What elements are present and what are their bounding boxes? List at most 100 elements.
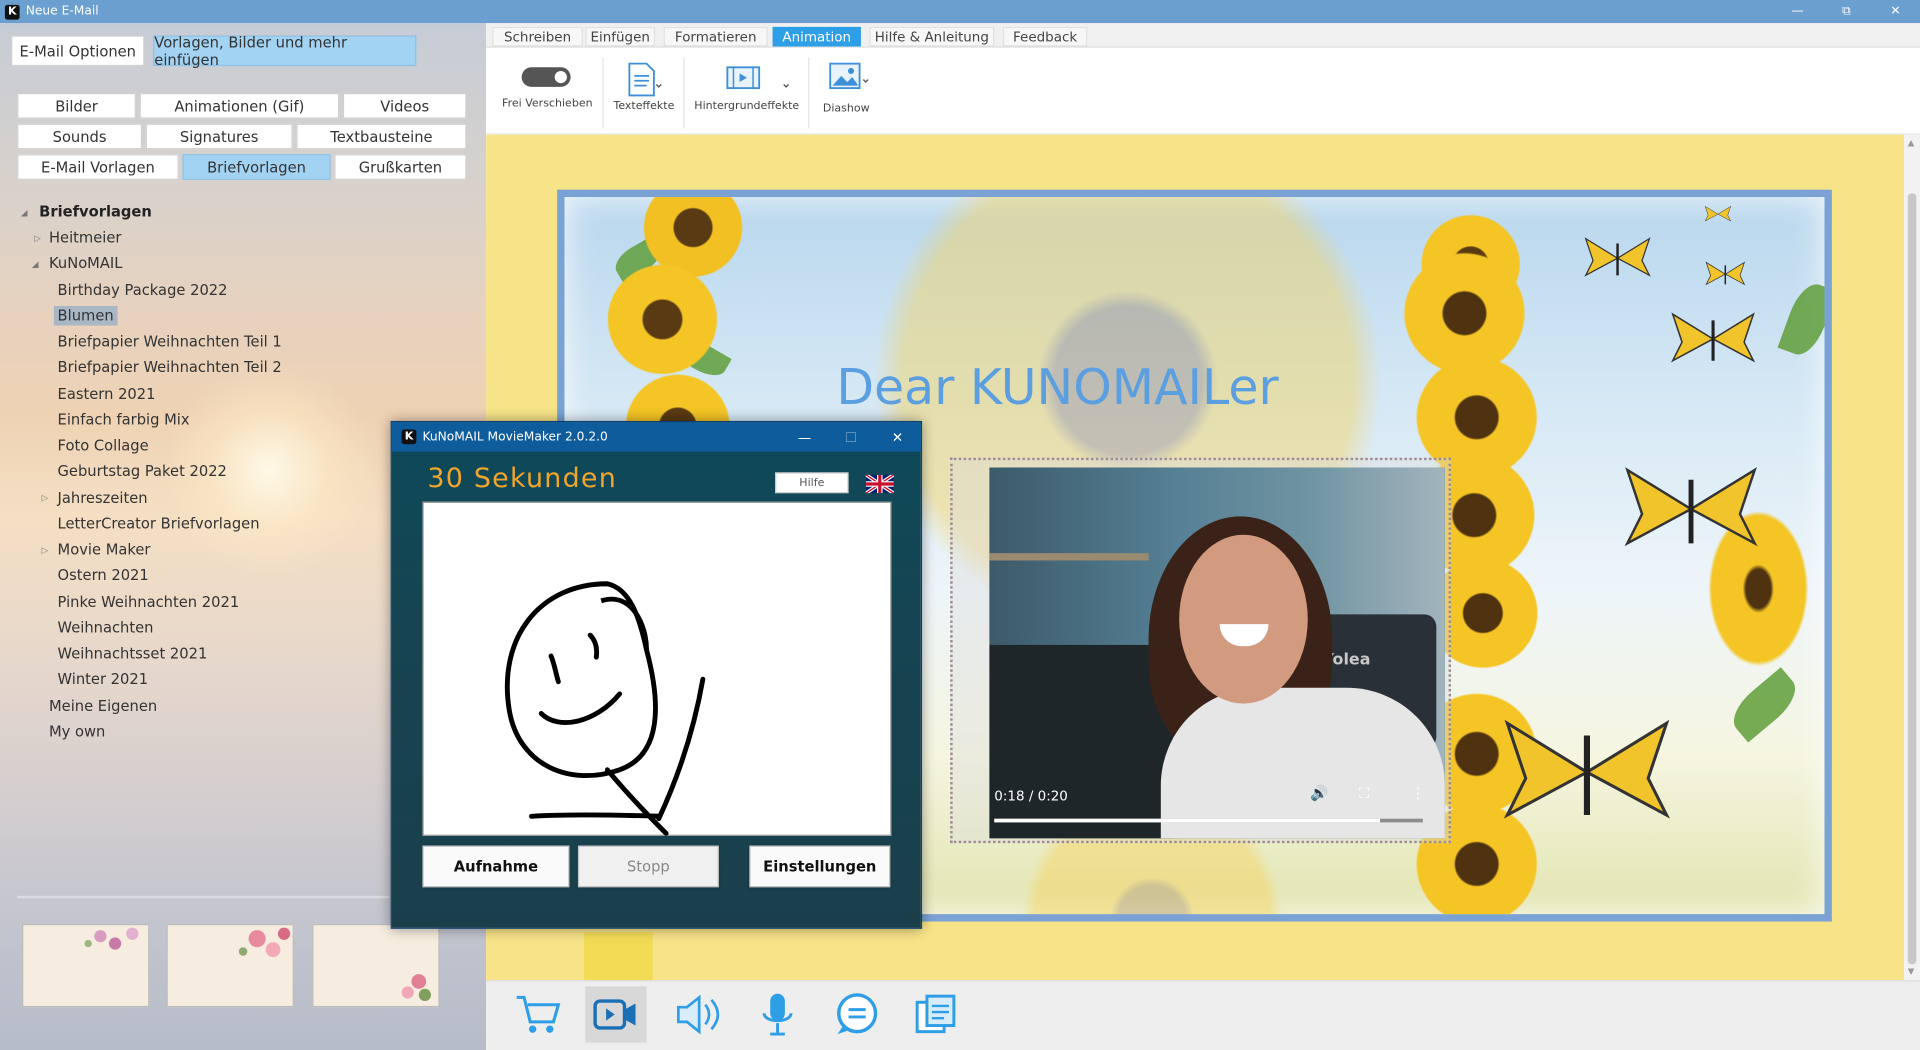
slideshow-image-icon (829, 62, 869, 90)
tree-item-geburtstag-paket-2022[interactable]: Geburtstag Paket 2022 (58, 461, 227, 481)
tree-item-briefvorlagen[interactable]: Briefvorlagen (39, 202, 152, 222)
tab-einfuegen[interactable]: Einfügen (585, 26, 656, 47)
moviemaker-dialog: K KuNoMAIL MovieMaker 2.0.2.0 — ☐ ✕ 30 S… (390, 420, 923, 929)
category-email-vorlagen[interactable]: E-Mail Vorlagen (17, 154, 179, 180)
more-options-icon[interactable]: ⋮ (1411, 784, 1426, 801)
record-button[interactable]: Aufnahme (422, 845, 570, 888)
scrollbar-thumb[interactable] (1907, 193, 1917, 965)
video-time: 0:18 / 0:20 (994, 788, 1068, 805)
drawing-canvas[interactable] (422, 501, 892, 836)
template-thumbnail[interactable] (312, 923, 440, 1008)
category-animationen[interactable]: Animationen (Gif) (139, 93, 340, 119)
text-effects-button[interactable]: Texteffekte (604, 48, 682, 135)
microphone-button[interactable] (747, 986, 808, 1042)
tree-item-weihnachtsset-2021[interactable]: Weihnachtsset 2021 (58, 644, 208, 664)
tree-item-einfach-farbig-mix[interactable]: Einfach farbig Mix (58, 410, 190, 430)
scroll-up-icon[interactable]: ▲ (1908, 138, 1915, 148)
close-button[interactable]: ✕ (1871, 0, 1920, 23)
template-thumbnail[interactable] (22, 923, 150, 1008)
butterfly-image (1704, 205, 1732, 222)
window-controls: — ⧉ ✕ (1773, 0, 1920, 23)
expand-arrow-icon[interactable]: ▷ (34, 234, 41, 244)
settings-button[interactable]: Einstellungen (749, 845, 891, 888)
app-logo-icon: K (4, 4, 20, 19)
help-button[interactable]: Hilfe (775, 472, 849, 494)
expand-arrow-icon[interactable]: ▷ (42, 493, 49, 503)
minimize-button[interactable]: — (1773, 0, 1822, 23)
template-thumbnail[interactable] (166, 923, 294, 1008)
collapse-arrow-icon[interactable]: ◢ (32, 259, 39, 269)
dialog-window-controls: — ☐ ✕ (781, 422, 921, 451)
tree-item-ostern-2021[interactable]: Ostern 2021 (58, 565, 149, 585)
tree-item-winter-2021[interactable]: Winter 2021 (58, 669, 149, 689)
tree-item-birthday-package-2022[interactable]: Birthday Package 2022 (58, 280, 228, 300)
insert-templates-button[interactable]: Vorlagen, Bilder und mehr einfügen (153, 34, 417, 68)
gallery-button[interactable] (906, 986, 967, 1042)
vertical-scrollbar[interactable]: ▲ ▼ (1904, 134, 1920, 981)
tab-hilfe-anleitung[interactable]: Hilfe & Anleitung (869, 26, 995, 47)
canvas-tab-marker (584, 932, 653, 981)
dialog-minimize-button[interactable]: — (781, 422, 828, 451)
butterfly-image (1705, 261, 1746, 286)
free-move-label: Frei Verschieben (502, 97, 593, 111)
slideshow-button[interactable]: Diashow (809, 48, 882, 135)
window-title: Neue E-Mail (25, 4, 99, 19)
category-bilder[interactable]: Bilder (17, 93, 136, 119)
tree-item-weihnachten[interactable]: Weihnachten (58, 618, 154, 638)
category-sounds[interactable]: Sounds (17, 123, 143, 150)
video-camera-icon (593, 999, 636, 1030)
video-button[interactable] (585, 986, 647, 1043)
fullscreen-icon[interactable]: ⛶ (1359, 784, 1369, 802)
tree-item-meine-eigenen[interactable]: Meine Eigenen (49, 696, 157, 716)
film-strip-icon (726, 66, 790, 90)
category-briefvorlagen[interactable]: Briefvorlagen (182, 154, 331, 180)
tree-item-lettercreator[interactable]: LetterCreator Briefvorlagen (58, 514, 260, 534)
stop-button[interactable]: Stopp (577, 845, 719, 888)
tree-item-eastern-2021[interactable]: Eastern 2021 (58, 384, 156, 404)
embedded-video[interactable]: Yolea 0:18 / 0:20 🔊 ⛶ ⋮ (950, 457, 1452, 844)
category-grusskarten[interactable]: Grußkarten (334, 154, 467, 180)
tree-item-kunomail[interactable]: KuNoMAIL (49, 253, 122, 273)
tree-item-jahreszeiten[interactable]: Jahreszeiten (58, 488, 148, 508)
greeting-text[interactable]: Dear KUNOMAILer (836, 360, 1278, 416)
sound-button[interactable] (667, 986, 728, 1042)
tree-item-my-own[interactable]: My own (49, 722, 105, 742)
restore-button[interactable]: ⧉ (1822, 0, 1871, 23)
tab-feedback[interactable]: Feedback (1002, 26, 1088, 47)
ribbon-toolbar: Frei Verschieben Texteffekte Hintergrund… (486, 47, 1920, 135)
chat-button[interactable] (827, 986, 888, 1042)
video-progress-bar[interactable] (994, 818, 1423, 823)
tree-item-movie-maker[interactable]: Movie Maker (58, 540, 151, 560)
butterfly-image (1584, 237, 1651, 277)
chat-icon (837, 993, 878, 1035)
title-bar: K Neue E-Mail — ⧉ ✕ (0, 0, 1920, 24)
text-document-icon (628, 62, 662, 97)
tab-animation[interactable]: Animation (772, 26, 861, 47)
free-move-group: Frei Verschieben (486, 48, 602, 135)
tree-item-briefpapier-weihnachten-2[interactable]: Briefpapier Weihnachten Teil 2 (58, 357, 282, 377)
category-textbausteine[interactable]: Textbausteine (296, 123, 467, 150)
scroll-down-icon[interactable]: ▼ (1908, 967, 1915, 977)
dialog-maximize-button[interactable]: ☐ (828, 422, 875, 451)
collapse-arrow-icon[interactable]: ◢ (21, 208, 28, 218)
shop-button[interactable] (508, 986, 569, 1042)
stick-figure-drawing (504, 581, 706, 836)
tab-formatieren[interactable]: Formatieren (663, 26, 768, 47)
video-frame: Yolea 0:18 / 0:20 🔊 ⛶ ⋮ (989, 467, 1445, 839)
tree-item-heitmeier[interactable]: Heitmeier (49, 228, 121, 248)
tree-item-blumen[interactable]: Blumen (53, 305, 118, 326)
expand-arrow-icon[interactable]: ▷ (42, 546, 49, 556)
uk-flag-icon[interactable] (865, 474, 894, 494)
tree-item-briefpapier-weihnachten-1[interactable]: Briefpapier Weihnachten Teil 1 (58, 332, 282, 352)
tree-item-foto-collage[interactable]: Foto Collage (58, 436, 149, 456)
tab-schreiben[interactable]: Schreiben (492, 26, 583, 47)
dialog-close-button[interactable]: ✕ (874, 422, 921, 451)
background-effects-button[interactable]: Hintergrundeffekte (684, 48, 806, 135)
volume-icon[interactable]: 🔊 (1310, 784, 1328, 801)
category-videos[interactable]: Videos (342, 93, 467, 119)
tree-item-pinke-weihnachten-2021[interactable]: Pinke Weihnachten 2021 (58, 592, 240, 612)
dialog-title: KuNoMAIL MovieMaker 2.0.2.0 (422, 430, 608, 444)
email-options-button[interactable]: E-Mail Optionen (11, 35, 145, 67)
free-move-toggle[interactable] (521, 67, 571, 87)
category-signatures[interactable]: Signatures (145, 123, 293, 150)
